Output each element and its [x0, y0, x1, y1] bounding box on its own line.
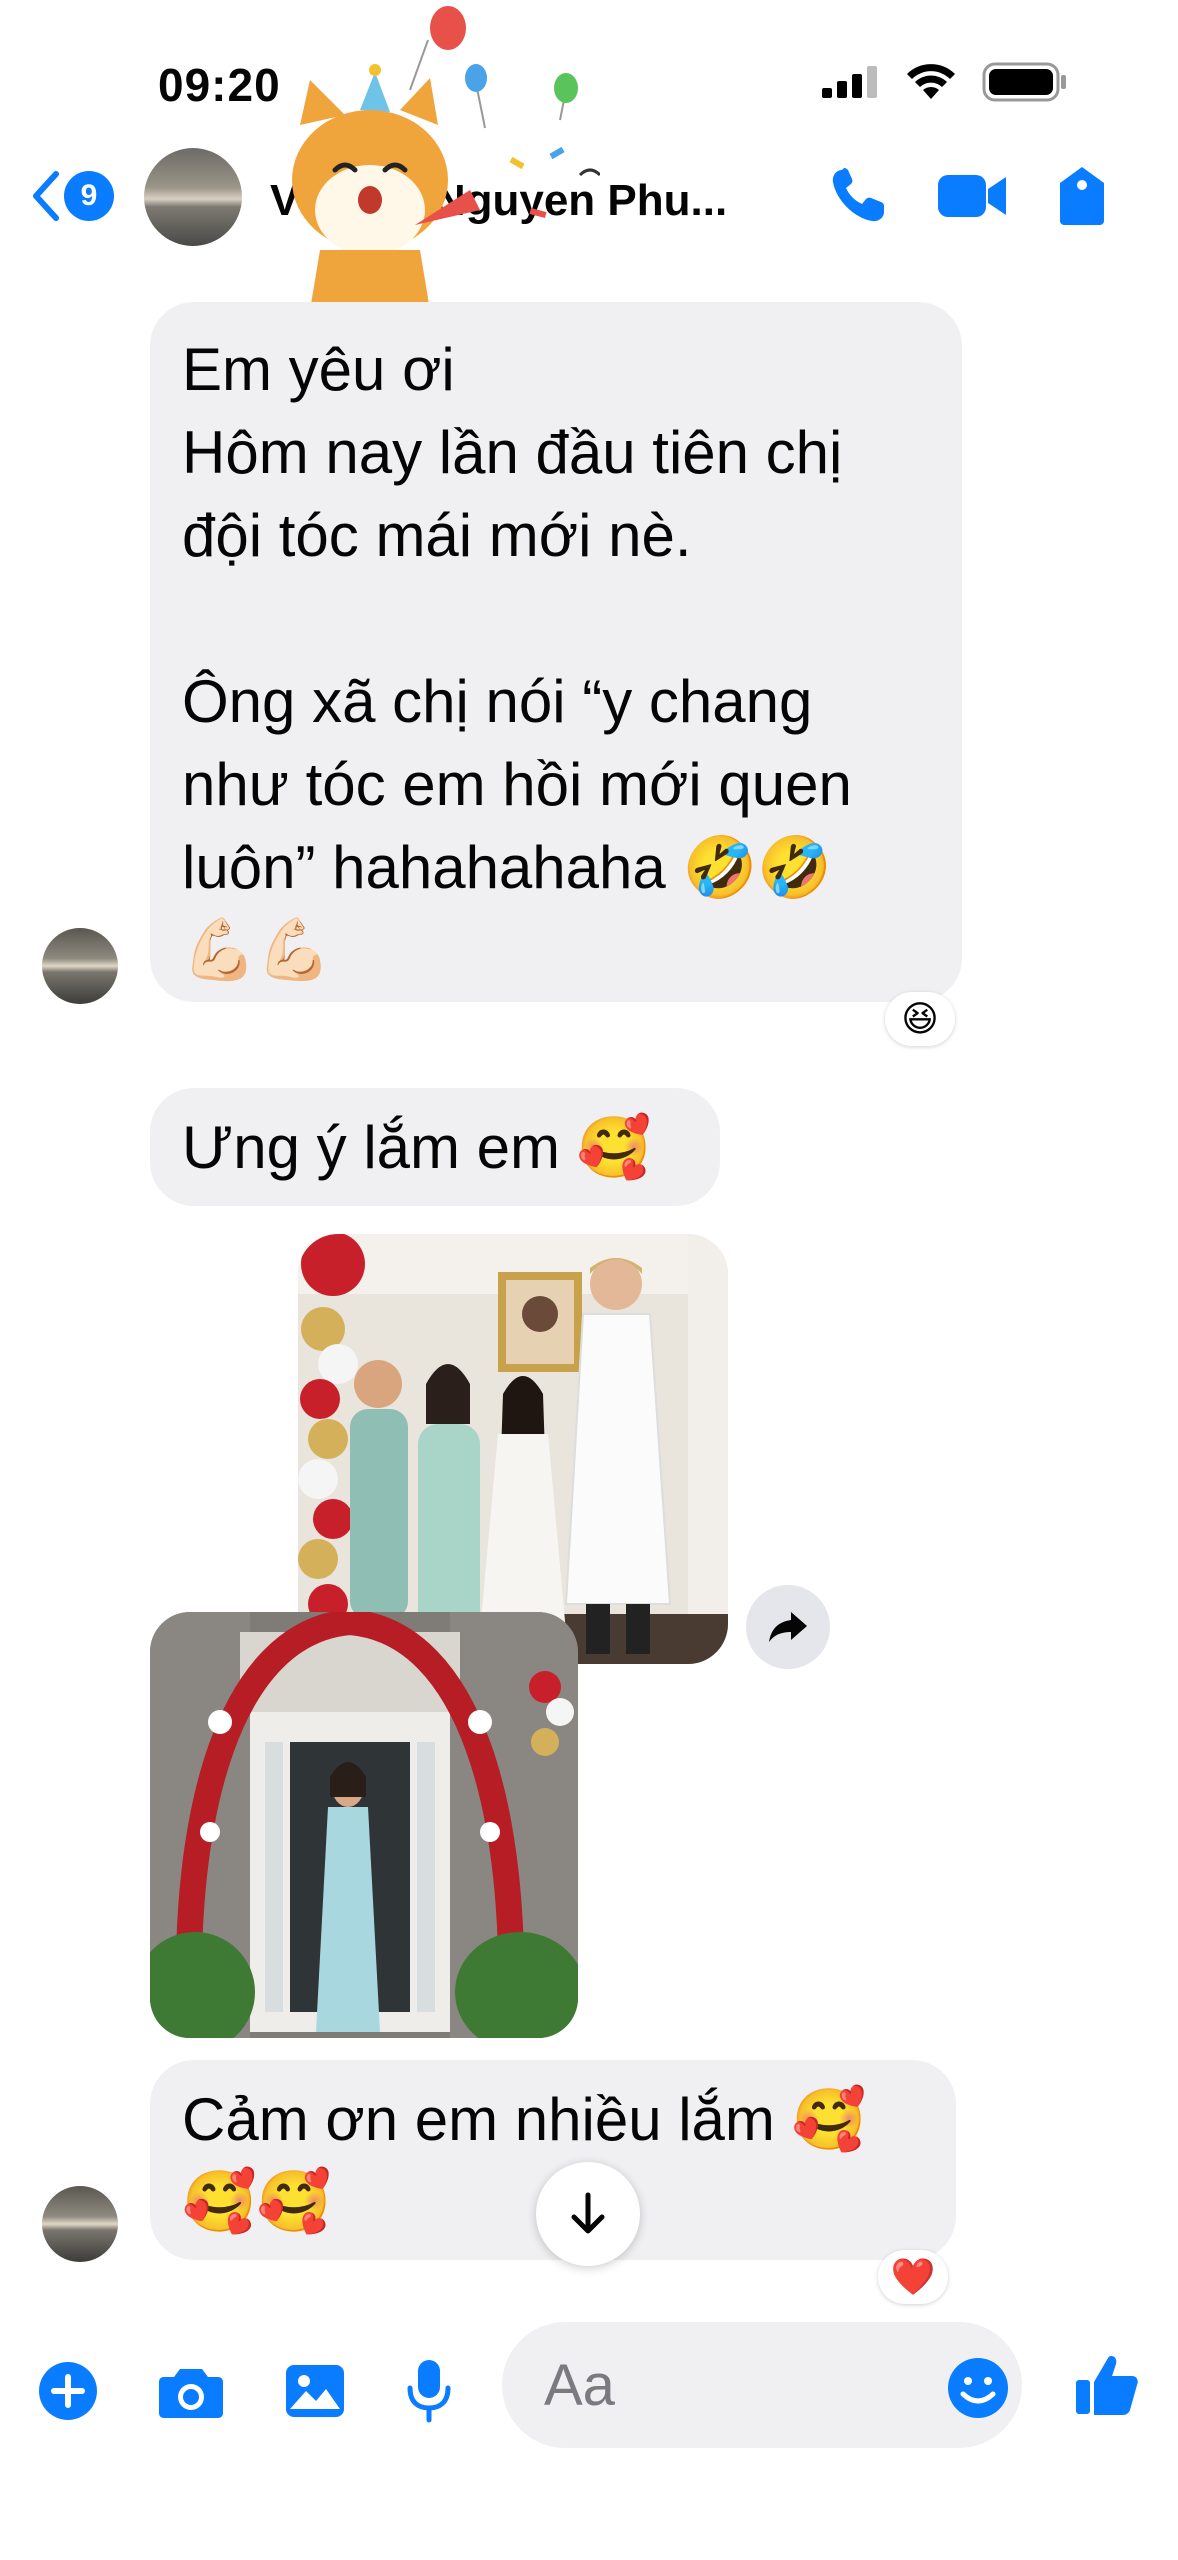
- message-line: luôn” hahahahaha 🤣🤣: [182, 834, 832, 901]
- message-line: Em yêu ơi: [182, 336, 455, 403]
- message-reaction[interactable]: 😆: [885, 992, 955, 1046]
- phone-icon[interactable]: [828, 166, 888, 226]
- message-line: Hôm nay lần đầu tiên chị: [182, 419, 843, 486]
- camera-icon[interactable]: [158, 2363, 224, 2419]
- signal-icon: [822, 66, 877, 98]
- message-bubble[interactable]: Ưng ý lắm em 🥰: [150, 1088, 720, 1206]
- message-line: đội tóc mái mới nè.: [182, 502, 692, 569]
- arrow-down-icon: [571, 2192, 605, 2234]
- composer-actions: [38, 2358, 452, 2424]
- message-line: Cảm ơn em nhiều lắm 🥰: [182, 2086, 867, 2153]
- sender-avatar[interactable]: [42, 928, 118, 1004]
- status-time: 09:20: [158, 59, 281, 111]
- back-chevron-icon: [33, 171, 59, 221]
- message-line: Ưng ý lắm em 🥰: [182, 1114, 652, 1181]
- group-photo-image: [298, 1234, 728, 1664]
- message-line: như tóc em hồi mới quen: [182, 751, 852, 818]
- share-arrow-icon: [769, 1612, 807, 1642]
- battery-icon: [982, 62, 1066, 102]
- message-line: 💪🏻💪🏻: [182, 915, 332, 985]
- thumbs-up-icon[interactable]: [1074, 2352, 1140, 2418]
- header-actions: [828, 165, 1108, 227]
- info-tag-icon[interactable]: [1056, 165, 1108, 227]
- unread-count-badge: 9: [64, 171, 114, 221]
- scroll-to-bottom-button[interactable]: [536, 2162, 640, 2266]
- back-button[interactable]: 9: [30, 170, 114, 222]
- emoji-icon[interactable]: [946, 2356, 1010, 2420]
- image-icon[interactable]: [284, 2363, 346, 2419]
- microphone-icon[interactable]: [406, 2358, 452, 2424]
- message-input-placeholder: Aa: [544, 2353, 615, 2418]
- video-camera-icon[interactable]: [936, 171, 1008, 221]
- message-line: Ông xã chị nói “y chang: [182, 668, 813, 735]
- message-reaction[interactable]: ❤️: [878, 2250, 948, 2304]
- door-photo-image: [150, 1612, 578, 2038]
- message-bubble[interactable]: Em yêu ơi Hôm nay lần đầu tiên chị đội t…: [150, 302, 962, 1002]
- contact-avatar[interactable]: [144, 148, 242, 246]
- status-icons: [822, 62, 1068, 102]
- plus-icon[interactable]: [38, 2361, 98, 2421]
- message-line: [182, 577, 928, 660]
- party-fox-sticker-icon: [292, 6, 600, 310]
- message-photo-group[interactable]: [298, 1234, 728, 1664]
- share-button[interactable]: [746, 1585, 830, 1669]
- sender-avatar[interactable]: [42, 2186, 118, 2262]
- message-photo-door[interactable]: [150, 1612, 578, 2038]
- wifi-icon: [907, 64, 955, 99]
